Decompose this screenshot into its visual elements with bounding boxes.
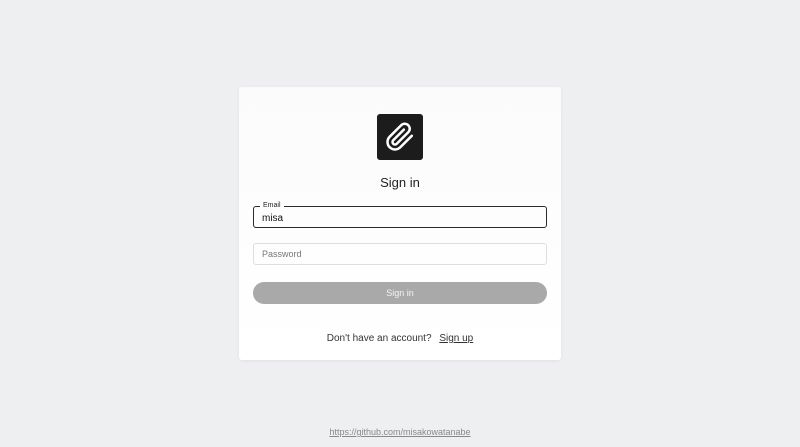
email-field[interactable]: Email (253, 201, 547, 228)
signin-button[interactable]: Sign in (253, 282, 547, 304)
signup-row: Don't have an account? Sign up (239, 333, 561, 344)
signup-prompt: Don't have an account? (326, 333, 432, 344)
github-link[interactable]: https://github.com/misakowatanabe (0, 427, 800, 437)
page: Sign in Email Sign in Don't have an acco… (0, 0, 800, 447)
email-input[interactable] (262, 208, 532, 228)
page-title: Sign in (380, 175, 420, 190)
signin-card: Sign in Email Sign in Don't have an acco… (239, 87, 561, 360)
app-logo (377, 114, 423, 160)
password-input[interactable] (262, 244, 532, 264)
password-field[interactable] (253, 243, 547, 265)
signup-link[interactable]: Sign up (439, 333, 473, 344)
paperclip-icon (386, 122, 414, 151)
